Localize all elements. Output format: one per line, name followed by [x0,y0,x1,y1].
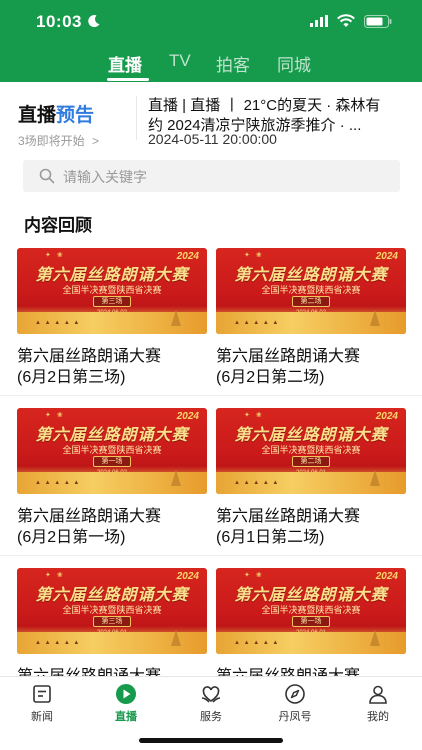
nav-item-service[interactable]: 服务 [181,683,241,724]
poster-title: 第六届丝路朗诵大赛 [234,265,388,284]
video-thumbnail[interactable]: ✦ ❀2024第六届丝路朗诵大赛全国半决赛暨陕西省决赛第三场2024.06.02… [17,248,207,334]
profile-icon [369,685,387,704]
poster-camels: ▲ ▲ ▲ ▲ ▲ [234,480,280,486]
poster-subtitle: 全国半决赛暨陕西省决赛 [261,445,361,455]
video-title-line2: (6月1日第二场) [216,529,325,546]
play-icon [116,684,136,704]
active-tab-indicator [107,78,149,81]
video-thumbnail[interactable]: ✦ ❀2024第六届丝路朗诵大赛全国半决赛暨陕西省决赛第一场2024.06.01… [216,568,406,654]
video-title-line2: (6月2日第三场) [17,369,126,386]
wifi-icon [337,14,355,27]
tab-live[interactable]: 直播 [108,51,142,76]
poster-title: 第六届丝路朗诵大赛 [234,585,388,604]
status-bar: 10:03 [0,0,422,44]
preview-count-label: 3场即将开始 [18,134,85,148]
nav-item-danfeng[interactable]: 丹凤号 [265,683,325,724]
video-title[interactable]: 第六届丝路朗诵大赛 (6月2日第二场) [216,346,406,388]
video-title[interactable]: 第六届丝路朗诵大赛 (6月2日第一场) [17,506,207,548]
poster-title: 第六届丝路朗诵大赛 [35,425,189,444]
search-input[interactable]: 请输入关键字 [23,160,400,192]
poster-title: 第六届丝路朗诵大赛 [35,265,189,284]
news-icon [33,685,51,703]
chevron-right-icon: > [92,134,100,148]
video-title-line2: (6月2日第一场) [17,529,126,546]
nav-label-danfeng: 丹凤号 [278,711,312,723]
video-thumbnail[interactable]: ✦ ❀2024第六届丝路朗诵大赛全国半决赛暨陕西省决赛第三场2024.06.01… [17,568,207,654]
nav-item-mine[interactable]: 我的 [348,683,408,724]
poster-subtitle: 全国半决赛暨陕西省决赛 [62,285,162,295]
poster-camels: ▲ ▲ ▲ ▲ ▲ [35,320,81,326]
nav-label-mine: 我的 [367,711,389,723]
top-tab-bar: 直播 TV 拍客 同城 [0,48,422,82]
preview-count[interactable]: 3场即将开始 > [18,132,99,149]
video-title-line1: 第六届丝路朗诵大赛 [216,348,361,365]
poster-logos: ✦ ❀ [45,572,65,579]
poster-title: 第六届丝路朗诵大赛 [35,585,189,604]
poster-logos: ✦ ❀ [45,252,65,259]
poster-logos: ✦ ❀ [244,252,264,259]
poster-subtitle: 全国半决赛暨陕西省决赛 [62,605,162,615]
poster-logos: ✦ ❀ [244,412,264,419]
nav-label-news: 新闻 [31,711,53,723]
tab-local[interactable]: 同城 [277,51,311,76]
poster-subtitle: 全国半决赛暨陕西省决赛 [261,285,361,295]
nav-label-live: 直播 [115,711,137,723]
poster-camels: ▲ ▲ ▲ ▲ ▲ [35,480,81,486]
nav-label-service: 服务 [200,711,222,723]
search-icon [39,168,55,184]
video-title-line1: 第六届丝路朗诵大赛 [17,508,162,525]
video-title[interactable]: 第六届丝路朗诵大赛 (6月2日第三场) [17,346,207,388]
search-placeholder: 请输入关键字 [63,169,147,185]
status-time: 10:03 [36,12,82,31]
app-header: 10:03 直播 TV 拍客 同城 [0,0,422,82]
poster-subtitle: 全国半决赛暨陕西省决赛 [62,445,162,455]
video-title-line2: (6月2日第二场) [216,369,325,386]
video-title[interactable]: 第六届丝路朗诵大赛 (6月1日第二场) [216,506,406,548]
nav-item-live[interactable]: 直播 [96,683,156,724]
preview-event-line1: 直播 | 直播 丨 21°C的夏天 · 森林有 [148,97,381,114]
preview-title: 直播预告 [18,100,94,127]
preview-title-main: 直播 [18,105,57,126]
battery-icon [364,15,392,28]
poster-subtitle: 全国半决赛暨陕西省决赛 [261,605,361,615]
row-divider [0,555,422,556]
video-thumbnail[interactable]: ✦ ❀2024第六届丝路朗诵大赛全国半决赛暨陕西省决赛第一场2024.06.02… [17,408,207,494]
poster-camels: ▲ ▲ ▲ ▲ ▲ [234,320,280,326]
video-title-line1: 第六届丝路朗诵大赛 [216,508,361,525]
poster-camels: ▲ ▲ ▲ ▲ ▲ [35,640,81,646]
home-indicator [139,738,283,743]
poster-logos: ✦ ❀ [45,412,65,419]
tab-paike[interactable]: 拍客 [216,51,250,76]
tab-tv[interactable]: TV [169,51,191,71]
video-thumbnail[interactable]: ✦ ❀2024第六届丝路朗诵大赛全国半决赛暨陕西省决赛第二场2024.06.02… [216,248,406,334]
preview-event-time: 2024-05-11 20:00:00 [148,131,277,147]
signal-icon [310,15,328,27]
row-divider [0,395,422,396]
compass-icon [285,684,305,704]
section-title: 内容回顾 [24,216,92,235]
video-thumbnail[interactable]: ✦ ❀2024第六届丝路朗诵大赛全国半决赛暨陕西省决赛第二场2024.06.01… [216,408,406,494]
divider [136,96,137,140]
moon-icon [88,15,100,28]
poster-logos: ✦ ❀ [244,572,264,579]
nav-item-news[interactable]: 新闻 [12,683,72,724]
preview-title-accent: 预告 [56,105,95,126]
poster-camels: ▲ ▲ ▲ ▲ ▲ [234,640,280,646]
service-icon [201,686,221,703]
preview-event-title[interactable]: 直播 | 直播 丨 21°C的夏天 · 森林有 约 2024清凉宁陕旅游季推介 … [148,96,410,136]
live-preview-banner[interactable]: 直播预告 3场即将开始 > 直播 | 直播 丨 21°C的夏天 · 森林有 约 … [0,82,422,154]
video-title-line1: 第六届丝路朗诵大赛 [17,348,162,365]
poster-title: 第六届丝路朗诵大赛 [234,425,388,444]
